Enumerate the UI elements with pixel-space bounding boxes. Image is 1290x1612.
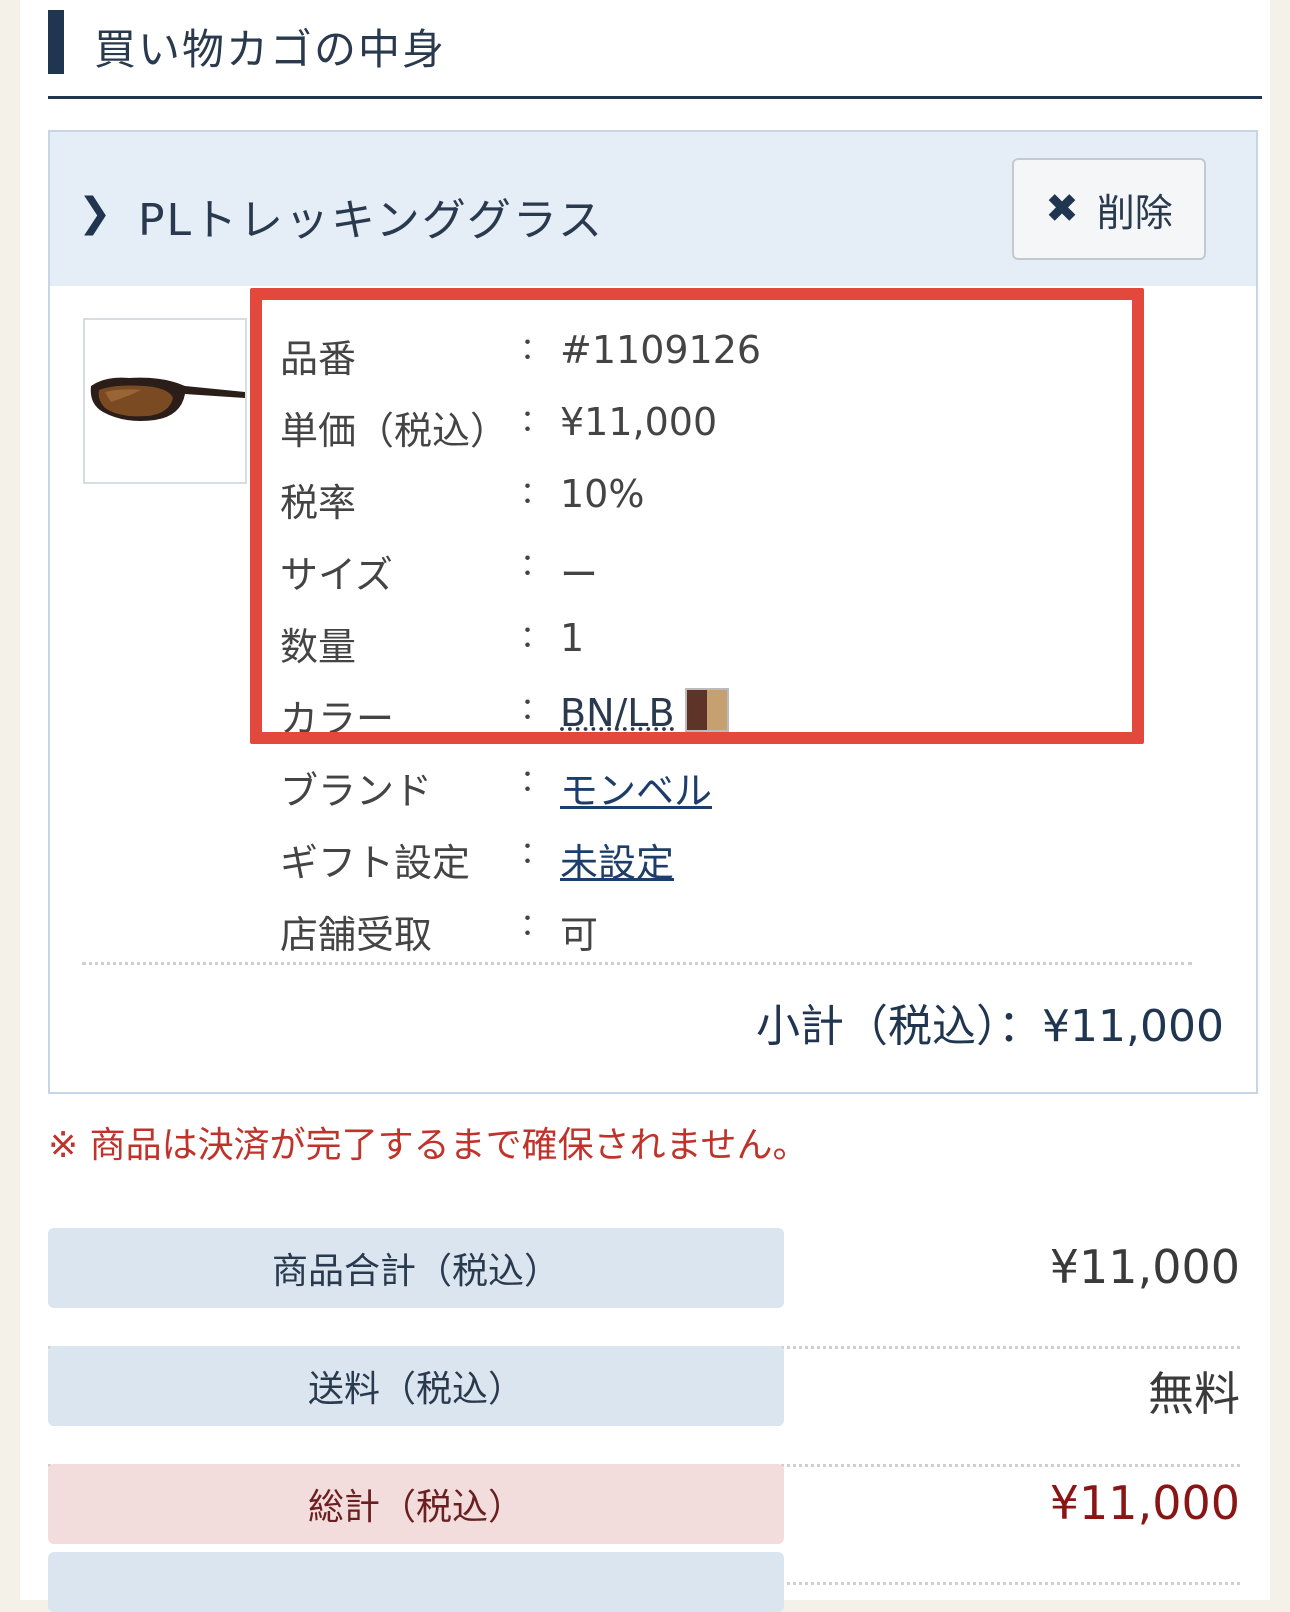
spec-value-wrapper: BN/LB: [560, 688, 729, 735]
spec-value: 可: [560, 913, 599, 957]
spec-separator: ：: [520, 620, 550, 655]
spec-row-store-pickup: 店舗受取 ： 可: [280, 894, 1180, 966]
spec-label: 店舗受取: [280, 913, 433, 957]
product-thumbnail[interactable]: [83, 318, 247, 484]
spec-label: ブランド: [280, 769, 433, 813]
cart-item-header[interactable]: ❯ PLトレッキンググラス ✖ 削除: [50, 132, 1256, 286]
brand-link[interactable]: モンベル: [560, 760, 712, 815]
delete-button-label: 削除: [1096, 190, 1173, 235]
spec-label: 税率: [280, 481, 357, 525]
spec-value: 1: [560, 616, 585, 660]
spec-row-brand: ブランド ： モンベル: [280, 750, 1180, 822]
divider: [82, 962, 1192, 965]
summary-row-items-total: 商品合計（税込） ¥11,000: [48, 1228, 1240, 1349]
spec-label: 品番: [280, 337, 357, 381]
summary-row-partial: [48, 1552, 784, 1612]
item-name[interactable]: PLトレッキンググラス: [138, 184, 604, 248]
spec-separator: ：: [520, 476, 550, 511]
item-specs: 品番 ： #1109126 単価（税込） ： ¥11,000 税率 ： 10% …: [280, 318, 1180, 966]
cart-page: 買い物カゴの中身 ❯ PLトレッキンググラス ✖ 削除 品番 ： #110912…: [20, 0, 1270, 1612]
spec-value: #1109126: [560, 328, 762, 372]
color-swatch: [684, 688, 729, 732]
sunglasses-image: [90, 377, 245, 421]
spec-row-color: カラー ： BN/LB: [280, 678, 1180, 750]
spec-value: 10%: [560, 472, 645, 516]
cart-item-card: ❯ PLトレッキンググラス ✖ 削除 品番 ： #1109126 単価（税込）: [48, 130, 1258, 1094]
spec-row-quantity: 数量 ： 1: [280, 606, 1180, 678]
spec-value: ¥11,000: [560, 400, 718, 444]
spec-row-tax-rate: 税率 ： 10%: [280, 462, 1180, 534]
color-value[interactable]: BN/LB: [560, 691, 675, 735]
spec-label: 数量: [280, 625, 357, 669]
reservation-notice: ※ 商品は決済が完了するまで確保されません。: [48, 1125, 809, 1166]
spec-row-unit-price: 単価（税込） ： ¥11,000: [280, 390, 1180, 462]
summary-row-shipping: 送料（税込） 無料: [48, 1346, 1240, 1467]
spec-separator: ：: [520, 548, 550, 583]
spec-label: ギフト設定: [280, 841, 471, 885]
spec-label: 単価（税込）: [280, 409, 509, 453]
spec-label: カラー: [280, 697, 395, 741]
chevron-right-icon[interactable]: ❯: [78, 190, 112, 236]
spec-row-size: サイズ ： ー: [280, 534, 1180, 606]
spec-separator: ：: [520, 692, 550, 727]
summary-value: ¥11,000: [1049, 1240, 1240, 1294]
summary-value: 無料: [1148, 1367, 1240, 1421]
spec-separator: ：: [520, 404, 550, 439]
item-subtotal: 小計（税込）：¥11,000: [756, 1001, 1224, 1052]
gift-setting-link[interactable]: 未設定: [560, 832, 674, 887]
page-title: 買い物カゴの中身: [94, 25, 447, 74]
summary-label: 商品合計（税込）: [48, 1228, 784, 1308]
summary-label: 送料（税込）: [48, 1346, 784, 1426]
summary-value: ¥11,000: [1049, 1476, 1240, 1530]
title-accent-bar: [48, 10, 64, 74]
close-icon: ✖: [1045, 186, 1079, 232]
spec-separator: ：: [520, 908, 550, 943]
summary-label: 総計（税込）: [48, 1464, 784, 1544]
spec-separator: ：: [520, 332, 550, 367]
spec-value: ー: [560, 553, 599, 597]
spec-row-gift: ギフト設定 ： 未設定: [280, 822, 1180, 894]
spec-row-part-number: 品番 ： #1109126: [280, 318, 1180, 390]
spec-separator: ：: [520, 764, 550, 799]
delete-button[interactable]: ✖ 削除: [1012, 158, 1206, 260]
section-title: 買い物カゴの中身: [48, 10, 1262, 99]
spec-label: サイズ: [280, 553, 393, 597]
spec-separator: ：: [520, 836, 550, 871]
